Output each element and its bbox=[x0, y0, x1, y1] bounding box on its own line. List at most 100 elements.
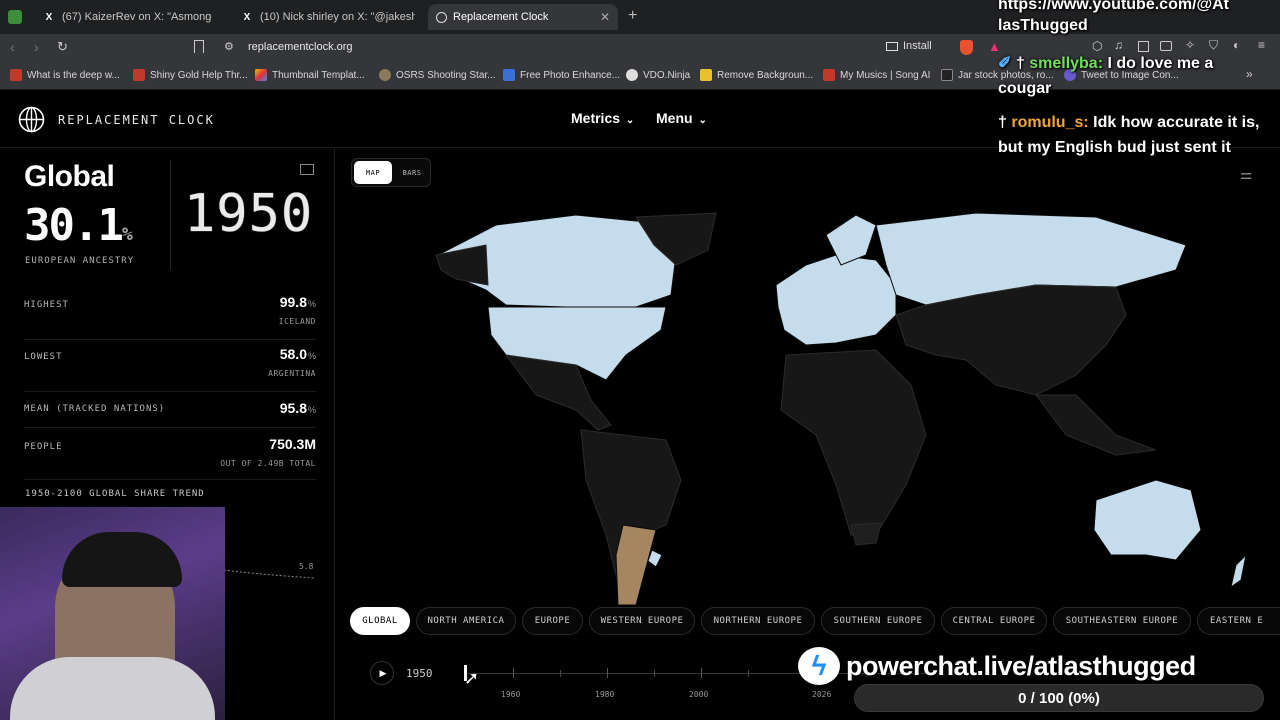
url-field[interactable]: replacementclock.org bbox=[248, 41, 353, 53]
install-label: Install bbox=[903, 40, 932, 52]
globe-icon bbox=[436, 11, 447, 23]
menu-label: Menu bbox=[656, 110, 693, 126]
bookmark-favicon-icon bbox=[10, 69, 22, 81]
stat-unit: % bbox=[307, 405, 316, 415]
stat-unit: % bbox=[307, 351, 316, 361]
browser-tab[interactable]: X (10) Nick shirley on X: "@jakeshields bbox=[232, 4, 422, 30]
overlay-url-line2: lasThugged bbox=[998, 17, 1088, 34]
stat-number: 95.8 bbox=[279, 400, 307, 416]
bookmark-favicon-icon bbox=[700, 69, 712, 81]
region-chip-north-america[interactable]: NORTH AMERICA bbox=[416, 607, 516, 635]
tab-title: (10) Nick shirley on X: "@jakeshields bbox=[260, 11, 415, 23]
reload-icon[interactable]: ↻ bbox=[57, 39, 68, 55]
browser-menu-icon[interactable]: ≡ bbox=[1258, 38, 1265, 52]
browser-tab-active[interactable]: Replacement Clock ✕ bbox=[428, 4, 618, 30]
stat-country: ARGENTINA bbox=[268, 369, 316, 378]
wallet-icon[interactable] bbox=[1160, 41, 1172, 51]
region-chip-southeastern-europe[interactable]: SOUTHEASTERN EUROPE bbox=[1053, 607, 1191, 635]
leo-ai-icon[interactable]: ✧ bbox=[1185, 38, 1195, 52]
x-logo-icon: X bbox=[243, 11, 251, 23]
site-info-icon[interactable]: ⚙ bbox=[224, 40, 234, 53]
chat-message: ✐ † smellyba: I do love me a cougar bbox=[998, 51, 1268, 101]
timeline-tick-label: 1980 bbox=[595, 690, 615, 699]
metrics-label: Metrics bbox=[571, 110, 621, 126]
donation-goal-text: 0 / 100 (0%) bbox=[1018, 689, 1100, 707]
stat-label: LOWEST bbox=[24, 352, 63, 362]
bookmark-star-icon[interactable] bbox=[194, 40, 204, 53]
profile-icon[interactable] bbox=[8, 10, 22, 24]
brave-shield-icon[interactable] bbox=[960, 40, 973, 55]
share-number: 30.1 bbox=[24, 200, 124, 251]
timeline-tick bbox=[748, 670, 749, 677]
timeline-tick bbox=[560, 670, 561, 677]
region-chip-western-europe[interactable]: WESTERN EUROPE bbox=[589, 607, 695, 635]
bookmark-favicon-icon bbox=[626, 69, 638, 81]
bookmark-item[interactable]: Shiny Gold Help Thr... bbox=[133, 69, 248, 81]
australia-shape bbox=[1093, 479, 1202, 561]
webcam-feed bbox=[0, 507, 225, 720]
donation-goal-bar: 0 / 100 (0%) bbox=[854, 684, 1264, 712]
install-button[interactable]: Install bbox=[886, 40, 932, 52]
filter-settings-icon[interactable]: ⚌ bbox=[1240, 166, 1253, 183]
powerchat-link: powerchat.live/atlasthugged bbox=[846, 650, 1196, 681]
region-chip-central-europe[interactable]: CENTRAL EUROPE bbox=[941, 607, 1047, 635]
chevron-down-icon: ⌄ bbox=[625, 115, 635, 126]
chat-username: smellyba: bbox=[1029, 55, 1104, 72]
x-logo-icon: X bbox=[45, 11, 53, 23]
chevron-down-icon: ⌄ bbox=[698, 115, 707, 126]
argentina-shape bbox=[615, 524, 657, 605]
region-chip-global[interactable]: GLOBAL bbox=[350, 607, 410, 635]
book-icon[interactable] bbox=[300, 164, 314, 175]
forward-icon[interactable]: › bbox=[34, 39, 39, 55]
bookmark-label: Remove Backgroun... bbox=[717, 69, 814, 81]
metrics-menu[interactable]: Metrics ⌄ bbox=[571, 110, 634, 126]
bookmark-item[interactable]: Remove Backgroun... bbox=[700, 69, 813, 81]
new-tab-icon[interactable]: + bbox=[628, 7, 637, 25]
play-button[interactable]: ▶ bbox=[370, 661, 394, 685]
bookmark-item[interactable]: Thumbnail Templat... bbox=[255, 69, 365, 81]
bookmark-item[interactable]: What is the deep w... bbox=[10, 69, 120, 81]
region-chip-southern-europe[interactable]: SOUTHERN EUROPE bbox=[821, 607, 935, 635]
webcam-hoodie bbox=[10, 657, 215, 720]
bars-toggle-button[interactable]: BARS bbox=[394, 161, 430, 184]
region-chip-eastern-europe[interactable]: EASTERN E bbox=[1197, 607, 1280, 635]
bookmark-favicon-icon bbox=[823, 69, 835, 81]
music-extension-icon[interactable]: ♫ bbox=[1114, 38, 1123, 52]
timeline-tick bbox=[654, 670, 655, 677]
stat-mean: MEAN (TRACKED NATIONS) 95.8% bbox=[24, 392, 316, 428]
stat-highest: HIGHEST 99.8% ICELAND bbox=[24, 288, 316, 340]
chat-username: romulu_s: bbox=[1011, 114, 1089, 131]
tab-title: Replacement Clock bbox=[453, 11, 549, 23]
region-chip-europe[interactable]: EUROPE bbox=[522, 607, 583, 635]
stat-number: 99.8 bbox=[279, 294, 307, 310]
main-menu[interactable]: Menu ⌄ bbox=[656, 110, 707, 126]
globe-logo-icon[interactable] bbox=[18, 106, 45, 133]
bookmark-label: VDO.Ninja bbox=[643, 69, 691, 81]
bookmark-favicon-icon bbox=[133, 69, 145, 81]
theme-icon[interactable]: ◐ bbox=[1233, 38, 1240, 52]
bookmark-item[interactable]: Free Photo Enhance... bbox=[503, 69, 620, 81]
ancestry-share-value: 30.1% bbox=[24, 200, 133, 251]
bookmark-item[interactable]: OSRS Shooting Star... bbox=[379, 69, 496, 81]
close-tab-icon[interactable]: ✕ bbox=[600, 10, 610, 24]
alaska-shape bbox=[435, 244, 489, 286]
bookmark-item[interactable]: My Musics | Song AI bbox=[823, 69, 930, 81]
timeline-tick bbox=[701, 668, 702, 678]
timeline-tick-label: 1960 bbox=[501, 690, 521, 699]
map-toggle-button[interactable]: MAP bbox=[354, 161, 392, 184]
region-title: Global bbox=[24, 160, 115, 193]
ancestry-label: EUROPEAN ANCESTRY bbox=[25, 256, 135, 266]
timeline-tick-label: 2026 bbox=[812, 690, 832, 699]
site-logo-text[interactable]: REPLACEMENT CLOCK bbox=[58, 113, 215, 127]
back-icon[interactable]: ‹ bbox=[10, 39, 15, 55]
world-map[interactable] bbox=[336, 195, 1280, 605]
browser-tab[interactable]: X (67) KaizerRev on X: "Asmongold say bbox=[34, 4, 224, 30]
bookmark-label: Free Photo Enhance... bbox=[520, 69, 621, 81]
stat-number: 750.3M bbox=[269, 436, 316, 452]
region-chip-northern-europe[interactable]: NORTHERN EUROPE bbox=[701, 607, 815, 635]
southeast-asia-shape bbox=[1035, 394, 1157, 456]
bookmark-item[interactable]: VDO.Ninja bbox=[626, 69, 690, 81]
chat-message: † romulu_s: Idk how accurate it is, but … bbox=[998, 110, 1278, 160]
stat-unit: % bbox=[307, 299, 316, 309]
tab-title: (67) KaizerRev on X: "Asmongold say bbox=[62, 11, 212, 23]
